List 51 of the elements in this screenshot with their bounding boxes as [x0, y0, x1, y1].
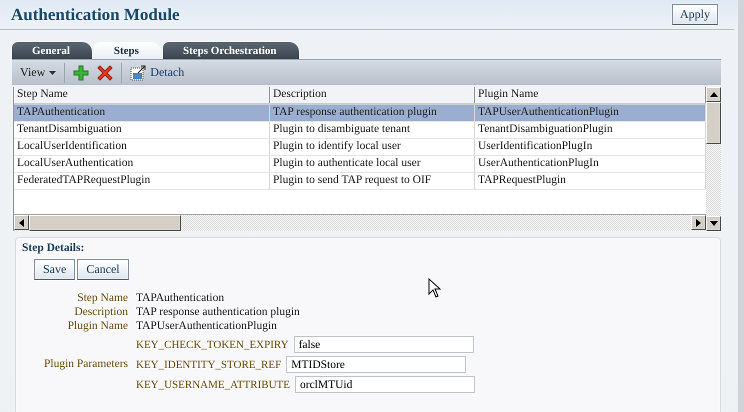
field-label: Plugin Name	[66, 320, 128, 332]
column-header[interactable]: Description	[270, 87, 475, 103]
table-row[interactable]: TenantDisambiguation Plugin to disambiguate tenant TenantDisambiguationPlugin	[14, 122, 706, 139]
apply-button[interactable]: Apply	[672, 4, 718, 25]
horizontal-scrollbar[interactable]	[14, 214, 706, 231]
parameter-key: KEY_CHECK_TOKEN_EXPIRY	[136, 338, 289, 350]
field-label: Step Name	[76, 292, 128, 304]
table-cell: TenantDisambiguation	[14, 122, 270, 138]
field-value: TAPUserAuthenticationPlugin	[136, 320, 278, 332]
scroll-down-icon[interactable]	[710, 221, 718, 226]
input-field[interactable]: orclMTUid	[295, 376, 475, 393]
page-title: Authentication Module	[11, 4, 180, 24]
detach-icon	[130, 64, 146, 80]
tab[interactable]: Steps	[94, 42, 161, 59]
mouse-cursor-icon	[428, 278, 441, 298]
table-cell: FederatedTAPRequestPlugin	[14, 173, 270, 189]
field-label: Description	[73, 306, 128, 318]
tab[interactable]: Steps Orchestration	[162, 42, 299, 59]
input-field[interactable]: MTIDStore	[286, 356, 466, 373]
field-value: TAP response authentication plugin	[136, 306, 301, 318]
delete-icon[interactable]	[97, 64, 114, 80]
table-cell: Plugin to send TAP request to OIF	[270, 173, 475, 189]
table-cell: Plugin to authenticate local user	[270, 156, 475, 172]
table-cell: TAP response authentication plugin	[270, 105, 475, 121]
table-cell: Plugin to identify local user	[270, 139, 475, 155]
field-label: Plugin Parameters	[43, 358, 128, 370]
add-icon[interactable]	[73, 64, 90, 80]
vertical-scrollbar[interactable]	[706, 87, 721, 231]
parameter-key: KEY_USERNAME_ATTRIBUTE	[136, 378, 290, 390]
table-cell: TAPAuthentication	[14, 105, 270, 121]
table-cell: LocalUserIdentification	[14, 139, 270, 155]
form-button[interactable]: Cancel	[77, 259, 129, 280]
view-menu[interactable]: View	[20, 65, 56, 80]
table-row[interactable]: LocalUserIdentification Plugin to identify local user UserIdentificationPlugIn	[14, 139, 706, 156]
parameter-key: KEY_IDENTITY_STORE_REF	[136, 358, 282, 370]
field-value: TAPAuthentication	[136, 292, 226, 304]
scroll-right-icon[interactable]	[696, 218, 701, 226]
table-row[interactable]: FederatedTAPRequestPlugin Plugin to send TAP request to OIF TAPRequestPlugin	[14, 173, 706, 190]
caret-icon	[49, 70, 56, 74]
section-title: Step Details:	[22, 242, 86, 254]
table-cell: LocalUserAuthentication	[14, 156, 270, 172]
scroll-up-icon[interactable]	[710, 92, 718, 97]
tab[interactable]: General	[12, 42, 92, 59]
form-button[interactable]: Save	[34, 259, 76, 280]
column-header[interactable]: Step Name	[14, 87, 270, 103]
detach-button[interactable]: Detach	[130, 64, 184, 80]
table-row[interactable]: TAPAuthentication TAP response authentication plugin TAPUserAuthenticationPlugin	[14, 105, 706, 122]
table-row[interactable]: LocalUserAuthentication Plugin to authenticate local user UserAuthenticationPlugIn	[14, 156, 706, 173]
input-field[interactable]: false	[294, 336, 474, 353]
scroll-left-icon[interactable]	[19, 218, 24, 226]
table-cell: Plugin to disambiguate tenant	[270, 122, 475, 138]
